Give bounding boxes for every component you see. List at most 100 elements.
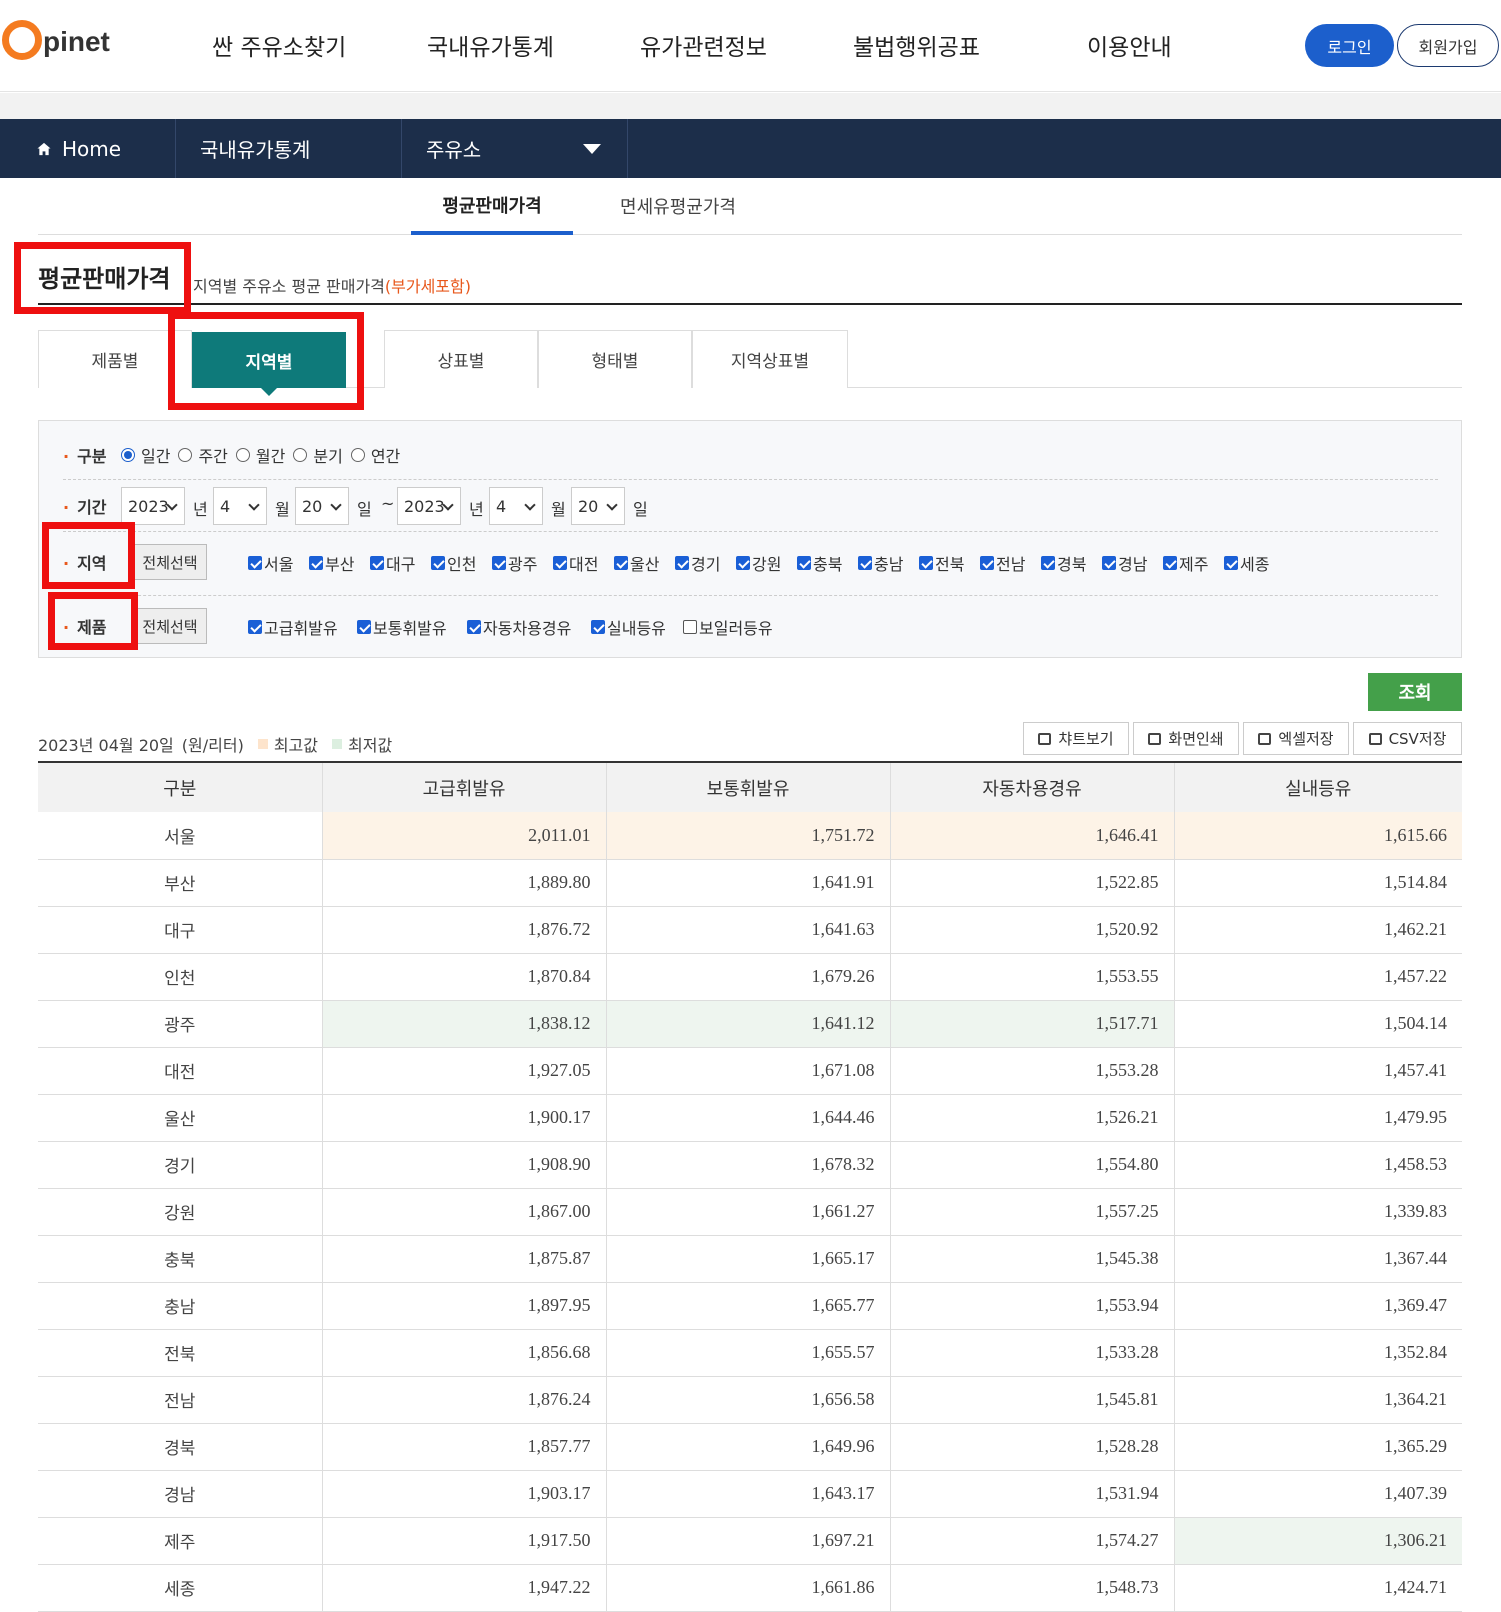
price-cell: 1,679.26	[605, 953, 890, 1001]
price-cell: 1,641.63	[605, 906, 890, 954]
opinet-logo[interactable]: pinet	[2, 18, 110, 68]
region-checkbox[interactable]: 부산	[309, 551, 354, 575]
region-checkbox[interactable]: 제주	[1163, 551, 1208, 575]
gnb-domestic-stats[interactable]: 국내유가통계	[427, 28, 554, 62]
region-cell: 전남	[38, 1376, 322, 1424]
price-cell: 1,545.81	[889, 1376, 1174, 1424]
region-checkbox[interactable]: 전남	[980, 551, 1025, 575]
csv-save-button[interactable]: CSV저장	[1353, 722, 1462, 755]
region-cell: 충남	[38, 1282, 322, 1330]
from-month-value: 4	[220, 496, 231, 516]
region-checkbox-label: 충남	[874, 555, 904, 574]
price-cell: 1,522.85	[889, 859, 1174, 907]
to-day-select[interactable]: 20	[571, 487, 625, 525]
print-button[interactable]: 화면인쇄	[1133, 722, 1239, 755]
product-checkbox[interactable]: 보통휘발유	[357, 615, 447, 639]
tab-by-type[interactable]: 형태별	[538, 330, 692, 388]
radio-daily[interactable]: 일간	[121, 443, 170, 467]
region-cell: 서울	[38, 812, 322, 860]
radio-weekly-circle	[178, 448, 193, 462]
product-select-all-button[interactable]: 전체선택	[133, 608, 207, 644]
result-date: 2023년 04월 20일	[38, 736, 174, 755]
region-checkbox[interactable]: 경남	[1102, 551, 1147, 575]
price-cell: 1,643.17	[605, 1470, 890, 1518]
gnb-guide[interactable]: 이용안내	[1087, 28, 1172, 62]
price-cell: 1,528.28	[889, 1423, 1174, 1471]
sub-tabs: 평균판매가격 면세유평균가격	[38, 178, 1462, 235]
radio-weekly[interactable]: 주간	[178, 443, 228, 467]
region-select-all-button[interactable]: 전체선택	[133, 544, 207, 580]
chart-view-button[interactable]: 챠트보기	[1023, 722, 1129, 755]
region-checkbox[interactable]: 광주	[492, 551, 537, 575]
tab-average-price[interactable]: 평균판매가격	[411, 178, 573, 235]
login-button[interactable]: 로그인	[1305, 24, 1394, 67]
region-checkbox[interactable]: 충남	[858, 551, 903, 575]
region-checkbox[interactable]: 경북	[1041, 551, 1086, 575]
region-checkbox[interactable]: 울산	[614, 551, 659, 575]
price-cell: 1,856.68	[321, 1329, 606, 1377]
join-button[interactable]: 회원가입	[1397, 24, 1499, 67]
from-year-select[interactable]: 2023	[121, 487, 185, 525]
checkbox-checked-icon	[248, 620, 262, 634]
region-checkbox[interactable]: 전북	[919, 551, 964, 575]
region-checkbox[interactable]: 서울	[248, 551, 293, 575]
checkbox-checked-icon	[370, 556, 384, 570]
tab-by-region-brand[interactable]: 지역상표별	[692, 330, 848, 388]
result-unit: (원/리터)	[181, 736, 244, 755]
to-month-select[interactable]: 4	[489, 487, 543, 525]
price-cell: 1,367.44	[1173, 1235, 1462, 1283]
logo-text: pinet	[43, 26, 110, 57]
radio-yearly[interactable]: 연간	[350, 443, 400, 467]
region-checkbox[interactable]: 경기	[675, 551, 720, 575]
gnb-cheap-station[interactable]: 싼 주유소찾기	[212, 28, 346, 62]
price-cell: 1,554.80	[889, 1141, 1174, 1189]
price-cell: 1,857.77	[321, 1423, 606, 1471]
radio-quarterly[interactable]: 분기	[293, 443, 343, 467]
region-checkbox[interactable]: 대구	[370, 551, 415, 575]
tab-dutyfree-price[interactable]: 면세유평균가격	[598, 178, 758, 234]
table-header-row: 구분 고급휘발유 보통휘발유 자동차용경유 실내등유	[38, 761, 1462, 812]
region-checkbox[interactable]: 대전	[553, 551, 598, 575]
gnb-oil-info[interactable]: 유가관련정보	[640, 28, 767, 62]
from-year-unit: 년	[193, 500, 208, 519]
region-checkbox[interactable]: 세종	[1224, 551, 1269, 575]
col-premium-gasoline: 고급휘발유	[321, 761, 606, 812]
region-checkbox[interactable]: 강원	[736, 551, 781, 575]
tab-by-brand[interactable]: 상표별	[384, 330, 538, 388]
page-description-text: 지역별 주유소 평균 판매가격	[193, 277, 385, 296]
checkbox-checked-icon	[858, 556, 872, 570]
region-checkbox-label: 대전	[569, 555, 599, 574]
price-cell: 1,548.73	[889, 1564, 1174, 1612]
to-year-select[interactable]: 2023	[397, 487, 461, 525]
price-cell: 1,306.21	[1173, 1517, 1462, 1565]
printer-icon	[1148, 732, 1162, 745]
product-checkbox[interactable]: 보일러등유	[683, 615, 773, 639]
region-checkbox[interactable]: 인천	[431, 551, 476, 575]
radio-monthly[interactable]: 월간	[235, 443, 285, 467]
price-cell: 1,574.27	[889, 1517, 1174, 1565]
price-cell: 1,697.21	[605, 1517, 890, 1565]
from-month-select[interactable]: 4	[213, 487, 267, 525]
gnb-illegal-disclosure[interactable]: 불법행위공표	[853, 28, 980, 62]
checkbox-checked-icon	[1224, 556, 1238, 570]
price-cell: 1,520.92	[889, 906, 1174, 954]
search-button[interactable]: 조회	[1368, 673, 1462, 711]
product-checkbox[interactable]: 자동차용경유	[467, 615, 571, 639]
nav-section[interactable]: 국내유가통계	[176, 119, 402, 178]
product-checkbox[interactable]: 고급휘발유	[248, 615, 338, 639]
price-cell: 1,927.05	[321, 1047, 606, 1095]
excel-save-button[interactable]: 엑셀저장	[1243, 722, 1349, 755]
nav-home-label: Home	[62, 136, 122, 161]
nav-current-dropdown[interactable]: 주유소	[402, 119, 628, 178]
region-checkbox[interactable]: 충북	[797, 551, 842, 575]
table-row: 경북 1,857.77 1,649.96 1,528.28 1,365.29	[38, 1423, 1462, 1471]
product-checkbox-label: 실내등유	[607, 619, 666, 638]
nav-home[interactable]: Home	[0, 119, 176, 178]
title-divider	[38, 303, 1462, 305]
radio-daily-label: 일간	[141, 447, 171, 466]
region-checkbox-label: 경남	[1118, 555, 1148, 574]
from-day-select[interactable]: 20	[295, 487, 349, 525]
filter-row-product: · 제품 전체선택 고급휘발유 보통휘발유 자동차용경유 실내등유 보일러등유	[63, 596, 1438, 656]
region-cell: 부산	[38, 859, 322, 907]
product-checkbox[interactable]: 실내등유	[591, 615, 666, 639]
